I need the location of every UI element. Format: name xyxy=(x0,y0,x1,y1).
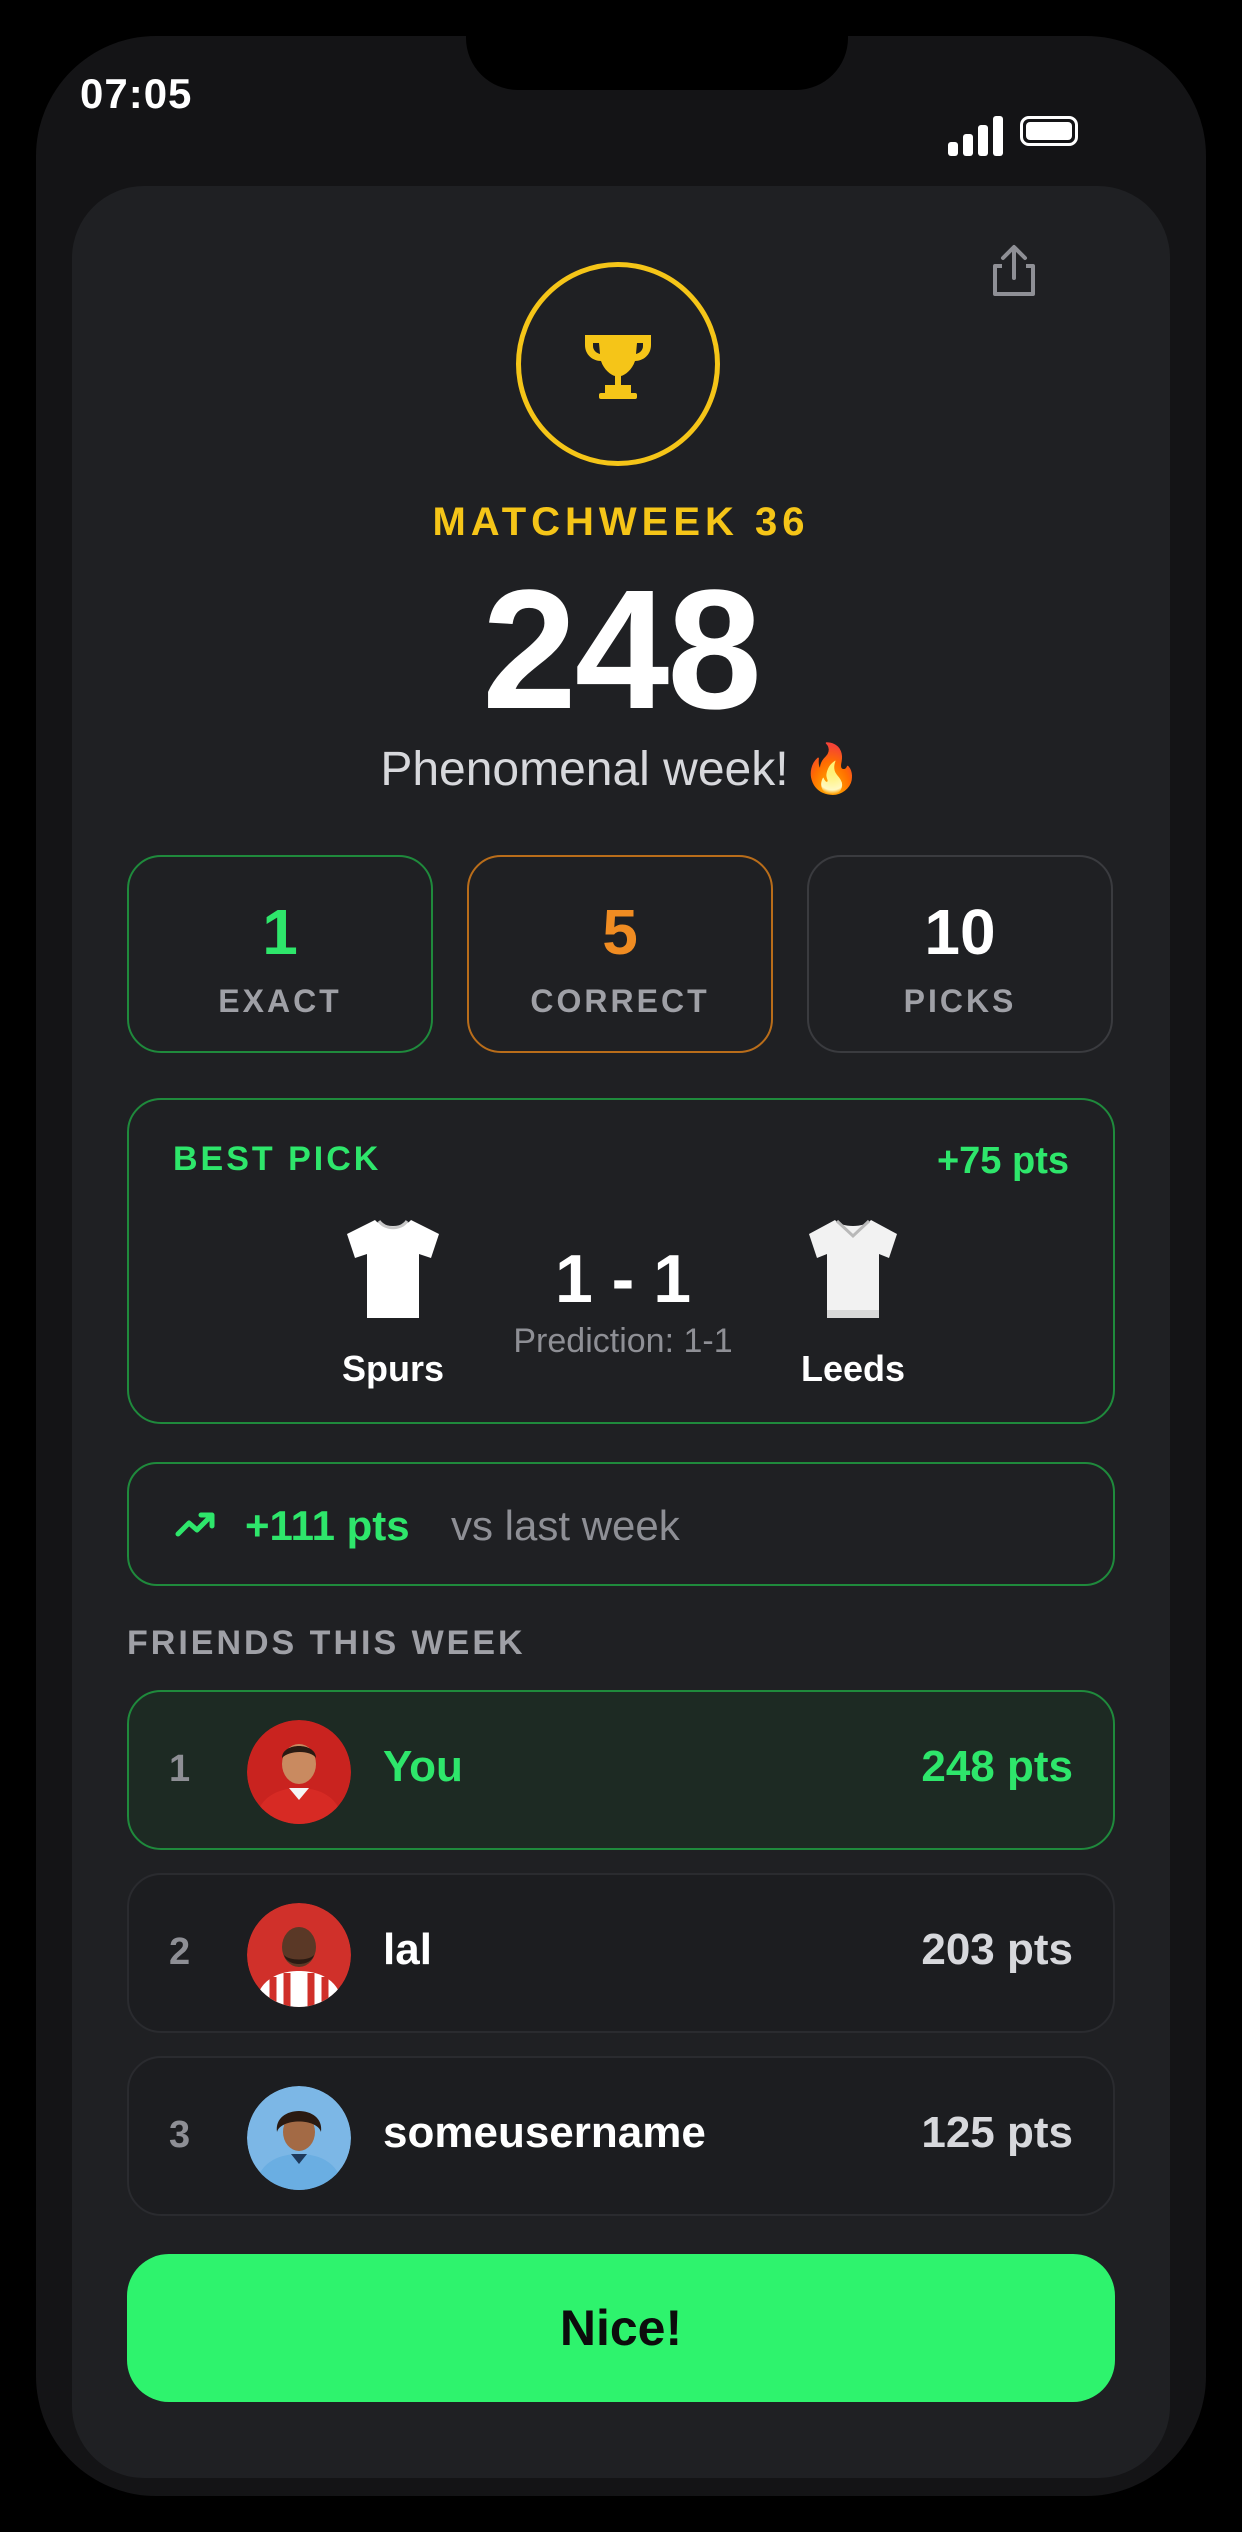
best-pick-title: BEST PICK xyxy=(173,1140,382,1178)
friend-name: lal xyxy=(383,1925,432,1974)
friend-row[interactable]: 3 someusername 125 pts xyxy=(127,2056,1115,2216)
friend-name: You xyxy=(383,1742,463,1791)
stat-value: 5 xyxy=(602,896,638,968)
trend-up-icon xyxy=(175,1512,215,1537)
share-icon[interactable] xyxy=(985,242,1043,300)
cellular-signal-icon xyxy=(948,112,1004,156)
friend-rank: 3 xyxy=(169,2114,191,2156)
trophy-badge xyxy=(516,262,720,466)
nice-button[interactable]: Nice! xyxy=(127,2254,1115,2402)
stat-value: 1 xyxy=(262,896,298,968)
stat-label: PICKS xyxy=(903,983,1017,1019)
friend-points: 203 pts xyxy=(921,1925,1073,1974)
friends-heading: FRIENDS THIS WEEK xyxy=(127,1624,526,1662)
weekly-delta-card: +111 pts vs last week xyxy=(127,1462,1115,1586)
avatar xyxy=(247,1720,351,1824)
final-score: 1 - 1 xyxy=(554,1241,692,1317)
battery-icon xyxy=(1020,116,1078,146)
friend-row[interactable]: 1 You 248 pts xyxy=(127,1690,1115,1850)
friend-name: someusername xyxy=(383,2108,706,2157)
stat-exact: 1 EXACT xyxy=(127,855,433,1053)
trophy-icon xyxy=(585,335,651,399)
stat-value: 10 xyxy=(924,896,996,968)
matchweek-label: MATCHWEEK 36 xyxy=(432,500,810,544)
avatar xyxy=(247,1903,351,2007)
friend-points: 248 pts xyxy=(921,1742,1073,1791)
avatar xyxy=(247,2086,351,2190)
stat-label: CORRECT xyxy=(530,983,710,1019)
delta-points: +111 pts xyxy=(245,1502,410,1549)
stat-picks: 10 PICKS xyxy=(807,855,1113,1053)
best-pick-card[interactable]: BEST PICK +75 pts Spurs Leeds 1 - 1 Pred… xyxy=(127,1098,1115,1424)
delta-caption: vs last week xyxy=(451,1502,680,1549)
week-score: 248 xyxy=(482,555,762,745)
friend-row[interactable]: 2 lal 203 pts xyxy=(127,1873,1115,2033)
friend-rank: 1 xyxy=(169,1748,191,1790)
tagline: Phenomenal week! 🔥 xyxy=(380,743,862,796)
stat-correct: 5 CORRECT xyxy=(467,855,773,1053)
notch xyxy=(466,36,848,90)
friend-points: 125 pts xyxy=(921,2108,1073,2157)
friend-rank: 2 xyxy=(169,1931,191,1973)
best-pick-points: +75 pts xyxy=(936,1140,1069,1182)
status-time: 07:05 xyxy=(80,70,193,117)
stat-label: EXACT xyxy=(218,983,342,1019)
prediction-text: Prediction: 1-1 xyxy=(513,1322,733,1360)
phone-frame: 07:05 MATCHWEEK 36 248 Phenomenal week! … xyxy=(0,0,1242,2532)
